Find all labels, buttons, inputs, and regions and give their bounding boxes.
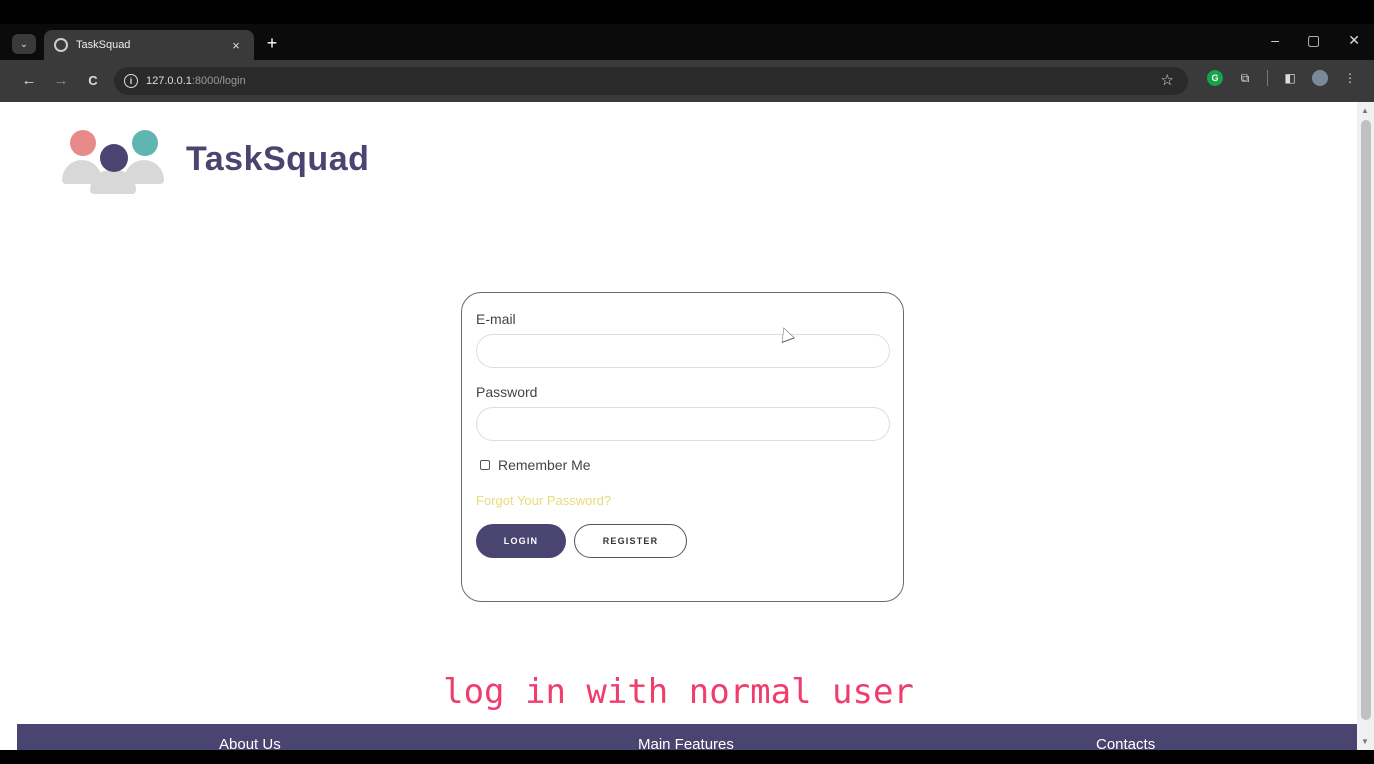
form-actions: LOGIN REGISTER	[476, 524, 889, 558]
window-controls: – ▢ ✕	[1271, 32, 1360, 49]
remember-me-checkbox[interactable]	[480, 460, 490, 470]
url-host: 127.0.0.1	[146, 75, 192, 87]
forgot-password-link[interactable]: Forgot Your Password?	[476, 493, 889, 508]
browser-toolbar: ← → C i 127.0.0.1:8000/login ☆ G ⧉ ◧ ⋮	[0, 60, 1374, 102]
page-scrollbar[interactable]: ▲ ▼	[1357, 102, 1374, 750]
side-panel-icon[interactable]: ◧	[1282, 70, 1298, 86]
scroll-thumb[interactable]	[1361, 120, 1371, 720]
remember-me-row[interactable]: Remember Me	[476, 457, 889, 473]
browser-tab[interactable]: TaskSquad ×	[44, 30, 254, 60]
extensions-area: G ⧉ ◧ ⋮	[1207, 70, 1358, 86]
menu-kebab-icon[interactable]: ⋮	[1342, 70, 1358, 86]
password-field[interactable]	[476, 407, 890, 441]
extensions-puzzle-icon[interactable]: ⧉	[1237, 70, 1253, 86]
password-label: Password	[476, 384, 538, 400]
toolbar-divider	[1267, 70, 1268, 86]
page-viewport: TaskSquad E-mail Password Remember Me Fo…	[0, 102, 1374, 750]
register-button[interactable]: REGISTER	[574, 524, 687, 558]
site-info-icon[interactable]: i	[124, 74, 138, 88]
logo-person-head-right	[132, 130, 158, 156]
email-label: E-mail	[476, 311, 516, 327]
footer-contacts-link[interactable]: Contacts	[1096, 736, 1155, 750]
email-field[interactable]	[476, 334, 890, 368]
profile-avatar[interactable]	[1312, 70, 1328, 86]
close-window-icon[interactable]: ✕	[1348, 32, 1360, 49]
tab-title: TaskSquad	[76, 39, 131, 51]
login-form: E-mail Password Remember Me Forgot Your …	[461, 292, 904, 602]
back-icon[interactable]: ←	[18, 70, 40, 92]
video-caption: log in with normal user	[443, 672, 914, 712]
url-text: 127.0.0.1:8000/login	[146, 75, 246, 87]
url-path: :8000/login	[191, 75, 246, 87]
footer-features-link[interactable]: Main Features	[638, 736, 734, 750]
new-tab-button[interactable]: +	[262, 34, 282, 54]
reload-icon[interactable]: C	[82, 70, 104, 92]
scroll-down-icon[interactable]: ▼	[1361, 737, 1369, 746]
screen: ⌄ TaskSquad × + – ▢ ✕ ← → C i 127.0.0.1:…	[0, 0, 1374, 764]
footer-about-link[interactable]: About Us	[219, 736, 281, 750]
globe-icon	[54, 38, 68, 52]
logo-person-head-center	[100, 144, 128, 172]
address-bar[interactable]: i 127.0.0.1:8000/login ☆	[114, 67, 1188, 95]
login-button[interactable]: LOGIN	[476, 524, 566, 558]
bookmark-star-icon[interactable]: ☆	[1161, 71, 1174, 89]
forward-icon[interactable]: →	[50, 70, 72, 92]
site-footer: About Us Main Features Contacts	[17, 724, 1357, 750]
site-header: TaskSquad	[60, 126, 369, 194]
minimize-icon[interactable]: –	[1271, 32, 1279, 49]
brand-name[interactable]: TaskSquad	[186, 140, 369, 179]
remember-me-label: Remember Me	[498, 457, 591, 473]
browser-tabbar: ⌄ TaskSquad × + – ▢ ✕	[0, 24, 1374, 60]
scroll-up-icon[interactable]: ▲	[1361, 106, 1369, 115]
restore-icon[interactable]: ▢	[1307, 32, 1320, 49]
tasksquad-logo	[60, 126, 166, 194]
logo-person-head-left	[70, 130, 96, 156]
tab-close-icon[interactable]: ×	[228, 38, 244, 53]
tab-list-icon[interactable]: ⌄	[12, 34, 36, 54]
grammarly-icon[interactable]: G	[1207, 70, 1223, 86]
